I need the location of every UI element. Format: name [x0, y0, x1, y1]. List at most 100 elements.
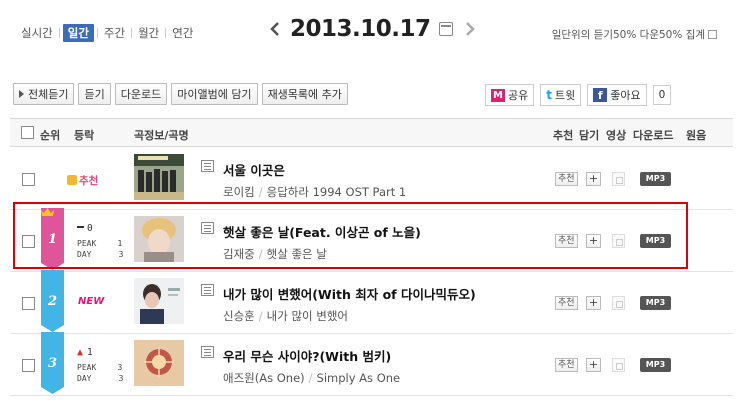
share-button[interactable]: M 공유 [485, 84, 535, 106]
select-all-checkbox[interactable] [21, 126, 34, 139]
download-button[interactable]: 다운로드 [114, 83, 168, 105]
lyrics-icon[interactable] [201, 160, 214, 172]
row-checkbox[interactable] [22, 173, 35, 186]
artist-link[interactable]: 로이킴 [223, 185, 255, 199]
highlight-box [13, 202, 688, 269]
day-value: 3 [118, 374, 124, 383]
rank-change: ▲ 1 [77, 347, 93, 358]
play-button[interactable]: 듣기 [78, 83, 111, 105]
action-toolbar: 전체듣기 듣기 다운로드 마이앨범에 담기 재생목록에 추가 [13, 83, 348, 105]
mp3-download-button[interactable]: MP3 [640, 358, 671, 372]
album-link[interactable]: Simply As One [317, 371, 401, 385]
recommend-button[interactable]: 추천 [555, 172, 578, 186]
album-link[interactable]: 내가 많이 변했어 [267, 309, 348, 323]
tab-monthly[interactable]: 월간 [135, 24, 162, 42]
tab-daily[interactable]: 일간 [62, 24, 94, 42]
original-header: 원음 [686, 129, 707, 142]
song-info-header: 곡정보/곡명 [134, 129, 189, 142]
separator: / [308, 371, 313, 385]
thumbs-up-icon [67, 175, 77, 185]
rank-header: 순위 [40, 129, 61, 142]
share-label: 공유 [508, 89, 529, 102]
mp3-download-button[interactable]: MP3 [640, 296, 671, 310]
rank-number: 2 [47, 294, 58, 309]
help-icon[interactable] [708, 30, 717, 39]
add-to-my-album-button[interactable]: 마이앨범에 담기 [171, 83, 258, 105]
album-cover[interactable] [134, 340, 184, 386]
social-share: M 공유 t 트윗 f 좋아요 0 [485, 84, 672, 106]
tab-divider [131, 28, 133, 38]
play-all-button[interactable]: 전체듣기 [13, 83, 75, 105]
notice-text: 일단위의 듣기50% 다운50% 집계 [551, 29, 705, 41]
rank-change-value: 1 [87, 347, 93, 358]
recommend-button[interactable]: 추천 [555, 296, 578, 310]
video-header: 영상 [606, 129, 627, 142]
chevron-left-icon[interactable] [268, 18, 282, 40]
tab-divider [165, 28, 167, 38]
facebook-icon: f [593, 88, 608, 102]
mnet-logo-icon: M [491, 88, 505, 102]
recommend-badge-label: 추천 [79, 175, 99, 187]
add-button[interactable]: + [586, 296, 601, 310]
tab-weekly[interactable]: 주간 [101, 24, 128, 42]
song-title[interactable]: 내가 많이 변했어(With 최자 of 다이나믹듀오) [223, 284, 476, 303]
mp3-download-button[interactable]: MP3 [640, 172, 671, 186]
tweet-button[interactable]: t 트윗 [540, 84, 582, 106]
tab-realtime[interactable]: 실시간 [18, 24, 56, 42]
artist-link[interactable]: 신승훈 [223, 309, 255, 323]
separator: / [258, 309, 263, 323]
chevron-right-icon[interactable] [463, 18, 477, 40]
period-tabs: 실시간 일간 주간 월간 연간 [18, 24, 196, 42]
artist-album: 로이킴 / 응답하라 1994 OST Part 1 [223, 184, 406, 200]
facebook-like-button[interactable]: f 좋아요 [587, 84, 647, 106]
day-label: DAY [77, 374, 92, 383]
like-count: 0 [652, 85, 672, 105]
change-header: 등락 [74, 129, 95, 142]
like-label: 좋아요 [610, 89, 641, 102]
song-title[interactable]: 우리 무슨 사이야?(With 범키) [223, 346, 391, 365]
rank-ribbon: 3 [41, 332, 64, 394]
artist-album: 애즈원(As One) / Simply As One [223, 370, 400, 386]
video-icon [612, 358, 625, 372]
lyrics-icon[interactable] [201, 284, 214, 296]
recommend-button[interactable]: 추천 [555, 358, 578, 372]
separator: / [258, 185, 263, 199]
peak-label: PEAK [77, 363, 97, 372]
date-navigator: 2013.10.17 [268, 16, 477, 42]
table-row: 3 ▲ 1 PEAK 3 DAY 3 우리 무슨 사이야?(With 범키) 애즈원(… [10, 332, 733, 396]
chart-date: 2013.10.17 [290, 16, 431, 42]
arrow-up-icon: ▲ [77, 347, 84, 358]
tweet-label: 트윗 [555, 89, 576, 102]
lyrics-icon[interactable] [201, 346, 214, 358]
table-row: 2 NEW 내가 많이 변했어(With 최자 of 다이나믹듀오) 신승훈 / 내… [10, 270, 733, 334]
tab-divider [58, 28, 60, 38]
peak-day: PEAK 3 DAY 3 [77, 362, 123, 384]
add-to-playlist-button[interactable]: 재생목록에 추가 [261, 83, 348, 105]
play-all-label: 전체듣기 [28, 88, 69, 101]
row-checkbox[interactable] [22, 297, 35, 310]
video-icon [612, 172, 625, 186]
artist-link[interactable]: 애즈원(As One) [223, 371, 305, 385]
add-button[interactable]: + [586, 172, 601, 186]
recommend-badge: 추천 [67, 173, 98, 188]
tab-divider [96, 28, 98, 38]
rank-number: 3 [47, 356, 58, 371]
aggregation-notice: 일단위의 듣기50% 다운50% 집계 [552, 27, 717, 42]
chart-table-header: 순위 등락 곡정보/곡명 추천 담기 영상 다운로드 원음 [10, 118, 733, 147]
play-icon [19, 90, 24, 98]
new-badge: NEW [78, 296, 105, 307]
video-icon [612, 296, 625, 310]
row-checkbox[interactable] [22, 359, 35, 372]
table-row: 추천 서울 이곳은 로이킴 / 응답하라 1994 OST Part 1 추천 + … [10, 148, 733, 210]
tab-yearly[interactable]: 연간 [169, 24, 196, 42]
song-title[interactable]: 서울 이곳은 [223, 160, 285, 179]
album-cover[interactable] [134, 154, 184, 200]
recommend-header: 추천 [553, 129, 574, 142]
add-button[interactable]: + [586, 358, 601, 372]
add-header: 담기 [579, 129, 600, 142]
calendar-icon[interactable] [438, 22, 453, 36]
artist-album: 신승훈 / 내가 많이 변했어 [223, 308, 348, 324]
album-cover[interactable] [134, 278, 184, 324]
peak-value: 3 [117, 363, 123, 372]
album-link[interactable]: 응답하라 1994 OST Part 1 [267, 185, 407, 199]
